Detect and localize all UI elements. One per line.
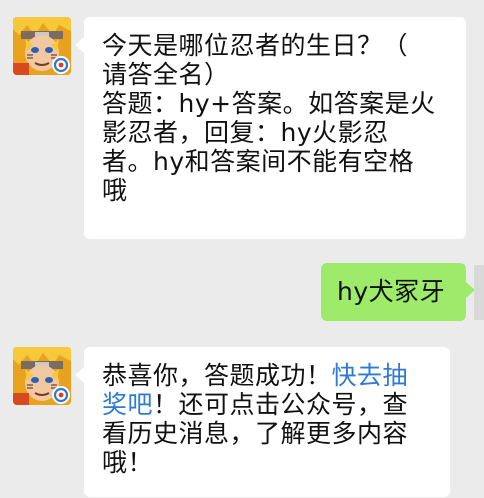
message-line: 哦 [102,176,128,205]
chat-conversation: 今天是哪位忍者的生日？（ 请答全名） 答题：hy+答案。如答案是火 影忍者，回复… [0,0,484,498]
incoming-message-bubble[interactable]: 今天是哪位忍者的生日？（ 请答全名） 答题：hy+答案。如答案是火 影忍者，回复… [75,17,466,239]
message-line: 影忍者，回复：hy火影忍 [102,118,389,147]
message-line: 答题：hy+答案。如答案是火 [102,89,436,118]
message-line: 恭喜你，答题成功！快去抽 [102,361,434,390]
message-line: 者。hy和答案间不能有空格 [102,147,415,176]
message-line: 奖吧！还可点击公众号，查 [102,390,434,419]
message-line: 今天是哪位忍者的生日？（ [102,31,409,60]
official-account-avatar[interactable] [13,17,71,75]
message-line: 哦！ [102,448,154,477]
lottery-link[interactable]: 奖吧 [102,390,153,419]
message-text: hy犬冢牙 [337,277,446,306]
message-line: 请答全名） [102,60,230,89]
message-text: 恭喜你，答题成功！ [102,361,332,390]
user-avatar-edge[interactable] [474,265,484,320]
outgoing-message-bubble[interactable]: hy犬冢牙 [321,263,475,321]
naruto-game-avatar-icon [13,17,71,75]
message-line: 看历史消息，了解更多内容 [102,419,409,448]
official-account-avatar[interactable] [13,347,71,405]
lottery-link[interactable]: 快去抽 [332,361,409,390]
incoming-message-bubble[interactable]: 恭喜你，答题成功！快去抽 奖吧！还可点击公众号，查 看历史消息，了解更多内容 哦… [75,347,450,497]
naruto-game-avatar-icon [13,347,71,405]
message-text: ！还可点击公众号，查 [153,390,409,419]
